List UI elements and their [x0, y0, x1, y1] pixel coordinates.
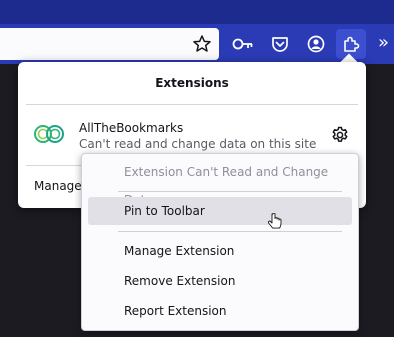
pocket-icon[interactable]	[268, 32, 292, 56]
extensions-button[interactable]	[336, 29, 366, 59]
menu-separator	[118, 231, 342, 232]
overflow-menu-button[interactable]: »	[378, 30, 389, 56]
extension-context-menu: Extension Can't Read and Change Data Pin…	[81, 153, 359, 331]
manage-extensions-link[interactable]: Manage extensions	[34, 179, 84, 193]
menu-item-manage-extension[interactable]: Manage Extension	[88, 237, 352, 265]
menu-item-cant-read-data: Extension Can't Read and Change Data	[124, 165, 329, 207]
menu-separator	[118, 191, 342, 192]
key-icon[interactable]	[231, 32, 255, 56]
menu-item-remove-extension[interactable]: Remove Extension	[88, 267, 352, 295]
window-titlebar	[0, 0, 394, 24]
extension-permission-status: Can't read and change data on this site	[79, 137, 317, 151]
menu-item-report-extension[interactable]: Report Extension	[88, 297, 352, 325]
extension-name[interactable]: AllTheBookmarks	[79, 121, 183, 135]
url-bar[interactable]	[0, 28, 219, 60]
cursor-icon	[268, 213, 282, 229]
gear-icon[interactable]	[331, 126, 349, 144]
star-icon[interactable]	[192, 34, 212, 54]
panel-title: Extensions	[155, 76, 229, 90]
account-icon[interactable]	[304, 32, 328, 56]
allthebookmarks-logo-icon	[34, 125, 64, 143]
extensions-icon	[344, 36, 360, 52]
menu-item-pin-to-toolbar[interactable]: Pin to Toolbar	[88, 197, 352, 225]
panel-separator	[26, 104, 358, 105]
